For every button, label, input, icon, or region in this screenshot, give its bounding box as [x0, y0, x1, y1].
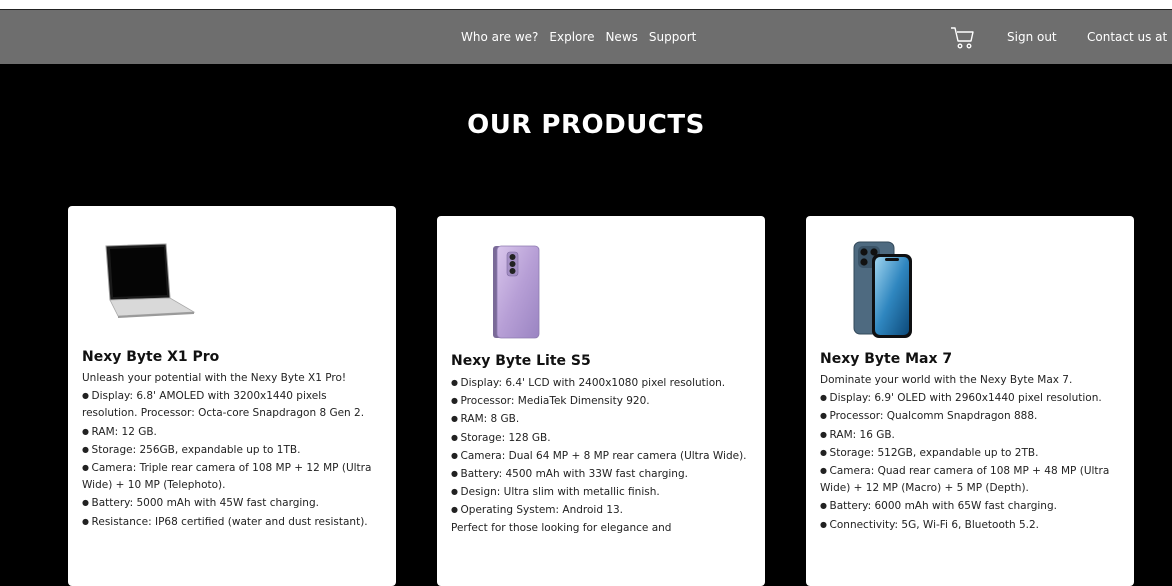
spec-item: Battery: 5000 mAh with 45W fast charging… [82, 494, 382, 512]
nav-link-explore[interactable]: Explore [549, 30, 594, 44]
spec-item: Display: 6.4' LCD with 2400x1080 pixel r… [451, 374, 751, 392]
spec-list: Display: 6.8' AMOLED with 3200x1440 pixe… [82, 387, 382, 531]
spec-item: Processor: MediaTek Dimensity 920. [451, 392, 751, 410]
spec-item: Battery: 6000 mAh with 65W fast charging… [820, 497, 1120, 515]
product-intro: Unleash your potential with the Nexy Byt… [82, 372, 347, 384]
page-title: OUR PRODUCTS [467, 110, 705, 140]
spec-item: Display: 6.9' OLED with 2960x1440 pixel … [820, 389, 1120, 407]
spec-item: Processor: Qualcomm Snapdragon 888. [820, 407, 1120, 425]
spec-item: Operating System: Android 13. [451, 501, 751, 519]
product-title: Nexy Byte Lite S5 [451, 353, 591, 369]
phone-icon [493, 245, 540, 339]
spec-item: Camera: Dual 64 MP + 8 MP rear camera (U… [451, 447, 751, 465]
product-card: Nexy Byte Max 7 Dominate your world with… [806, 216, 1134, 586]
product-description: Unleash your potential with the Nexy Byt… [82, 370, 382, 531]
product-title: Nexy Byte X1 Pro [82, 349, 220, 365]
spec-item: Camera: Triple rear camera of 108 MP + 1… [82, 459, 382, 494]
phone-icon [853, 241, 912, 338]
product-title: Nexy Byte Max 7 [820, 351, 953, 367]
product-card: Nexy Byte X1 Pro Unleash your potential … [68, 206, 396, 586]
nav-link-news[interactable]: News [605, 30, 637, 44]
product-intro: Dominate your world with the Nexy Byte M… [820, 374, 1073, 386]
product-outro: Perfect for those looking for elegance a… [451, 521, 672, 534]
sign-out-link[interactable]: Sign out [1007, 10, 1057, 64]
nav-link-who-are-we[interactable]: Who are we? [461, 30, 538, 44]
spec-item: RAM: 12 GB. [82, 423, 382, 441]
product-description: Dominate your world with the Nexy Byte M… [820, 372, 1120, 534]
spec-item: Storage: 512GB, expandable up to 2TB. [820, 444, 1120, 462]
spec-item: Design: Ultra slim with metallic finish. [451, 483, 751, 501]
nav-links: Who are we? Explore News Support [461, 10, 696, 64]
product-description: Display: 6.4' LCD with 2400x1080 pixel r… [451, 374, 751, 537]
spec-item: Resistance: IP68 certified (water and du… [82, 513, 382, 531]
spec-list: Display: 6.9' OLED with 2960x1440 pixel … [820, 389, 1120, 534]
navbar: Who are we? Explore News Support Sign ou… [0, 10, 1172, 64]
spec-list: Display: 6.4' LCD with 2400x1080 pixel r… [451, 374, 751, 520]
contact-link[interactable]: Contact us at [1087, 10, 1167, 64]
spec-item: Display: 6.8' AMOLED with 3200x1440 pixe… [82, 387, 382, 422]
spec-item: Battery: 4500 mAh with 33W fast charging… [451, 465, 751, 483]
product-card: Nexy Byte Lite S5 Display: 6.4' LCD with… [437, 216, 765, 586]
spec-item: Storage: 256GB, expandable up to 1TB. [82, 441, 382, 459]
spec-item: Camera: Quad rear camera of 108 MP + 48 … [820, 462, 1120, 497]
laptop-icon [105, 243, 196, 318]
spec-item: Storage: 128 GB. [451, 429, 751, 447]
spec-item: RAM: 16 GB. [820, 426, 1120, 444]
cart-icon[interactable] [950, 26, 976, 50]
spec-item: Connectivity: 5G, Wi-Fi 6, Bluetooth 5.2… [820, 516, 1120, 534]
nav-link-support[interactable]: Support [649, 30, 696, 44]
spec-item: RAM: 8 GB. [451, 410, 751, 428]
